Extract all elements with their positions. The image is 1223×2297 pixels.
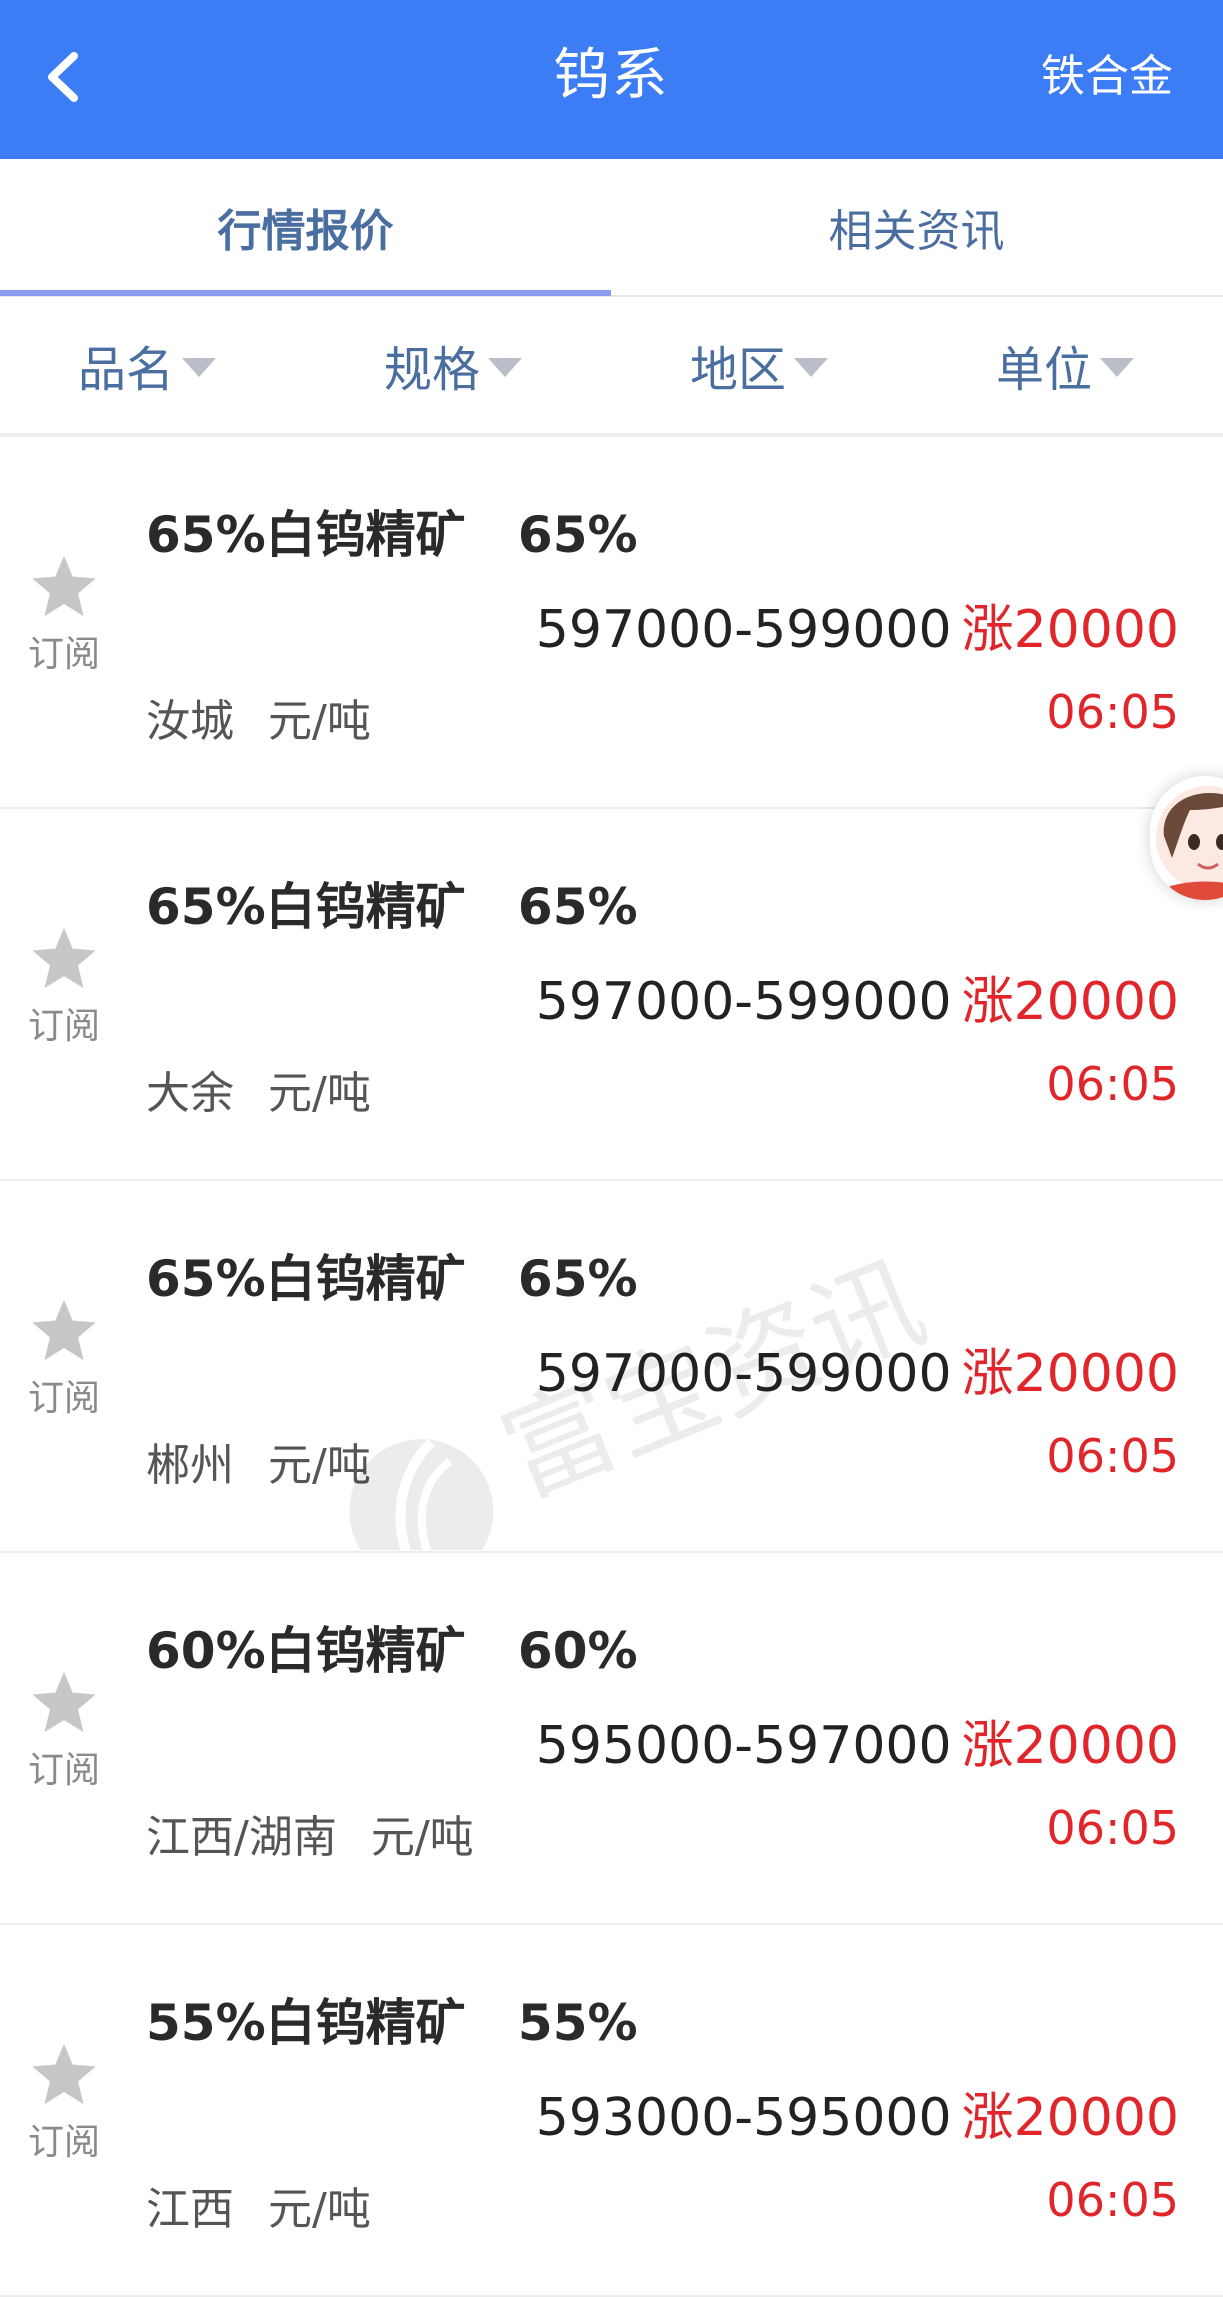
tab-news[interactable]: 相关资讯 xyxy=(611,159,1222,295)
price-line: 597000-599000 涨20000 xyxy=(536,959,1179,1034)
price-change: 涨20000 xyxy=(961,1716,1179,1776)
star-icon xyxy=(32,555,96,617)
item-meta: 汝城 元/吨 xyxy=(146,685,371,749)
product-spec: 55% xyxy=(517,1994,638,2052)
update-time: 06:05 xyxy=(1046,2173,1179,2227)
item-meta: 大余 元/吨 xyxy=(146,1057,371,1121)
price-line: 597000-599000 涨20000 xyxy=(536,1331,1179,1406)
page-title: 钨系 xyxy=(553,43,670,108)
product-spec: 65% xyxy=(517,1250,638,1308)
price-range: 597000-599000 xyxy=(535,1344,952,1404)
unit: 元/吨 xyxy=(370,1812,474,1863)
caret-down-icon xyxy=(182,357,217,377)
subscribe-button[interactable]: 订阅 xyxy=(22,553,106,677)
update-time: 06:05 xyxy=(1046,1057,1179,1111)
product-title: 60%白钨精矿 60% xyxy=(146,1611,638,1683)
item-meta: 江西 元/吨 xyxy=(146,2173,371,2237)
product-name: 65%白钨精矿 xyxy=(146,878,466,936)
product-spec: 60% xyxy=(517,1622,638,1680)
region: 江西 xyxy=(146,2184,234,2235)
price-change: 涨20000 xyxy=(961,600,1179,660)
product-title: 55%白钨精矿 55% xyxy=(146,1983,638,2055)
filter-label: 单位 xyxy=(996,342,1093,398)
caret-down-icon xyxy=(794,357,829,377)
product-spec: 65% xyxy=(517,878,638,936)
star-icon xyxy=(32,927,96,989)
product-title: 65%白钨精矿 65% xyxy=(146,1239,638,1311)
star-icon xyxy=(32,1671,96,1733)
subscribe-button[interactable]: 订阅 xyxy=(22,2041,106,2165)
region: 汝城 xyxy=(146,696,234,747)
list-item[interactable]: 订阅 65%白钨精矿 65% 597000-599000 涨20000 郴州 元/吨… xyxy=(0,1181,1223,1553)
list-item[interactable]: 订阅 65%白钨精矿 65% 597000-599000 涨20000 汝城 元/吨… xyxy=(0,437,1223,809)
update-time: 06:05 xyxy=(1046,1429,1179,1483)
subscribe-button[interactable]: 订阅 xyxy=(22,1669,106,1793)
subscribe-label: 订阅 xyxy=(27,1006,100,1047)
star-icon xyxy=(32,1299,96,1361)
subscribe-label: 订阅 xyxy=(27,1750,100,1791)
star-icon xyxy=(32,2043,96,2105)
unit: 元/吨 xyxy=(268,1440,371,1491)
item-meta: 郴州 元/吨 xyxy=(146,1429,371,1493)
filter-label: 规格 xyxy=(384,342,481,398)
region: 江西/湖南 xyxy=(146,1812,337,1863)
filter-spec[interactable]: 规格 xyxy=(384,297,523,433)
item-meta: 江西/湖南 元/吨 xyxy=(146,1801,474,1865)
price-range: 597000-599000 xyxy=(535,972,952,1032)
filter-region[interactable]: 地区 xyxy=(690,297,829,433)
subscribe-label: 订阅 xyxy=(27,1378,100,1419)
filter-product-name[interactable]: 品名 xyxy=(78,297,217,433)
product-title: 65%白钨精矿 65% xyxy=(146,495,638,567)
tab-bar: 行情报价 相关资讯 xyxy=(0,159,1223,297)
unit: 元/吨 xyxy=(268,1068,371,1119)
unit: 元/吨 xyxy=(268,2184,371,2235)
list-item[interactable]: 订阅 55%白钨精矿 55% 593000-595000 涨20000 江西 元/吨… xyxy=(0,1925,1223,2297)
update-time: 06:05 xyxy=(1046,685,1179,739)
price-line: 597000-599000 涨20000 xyxy=(536,587,1179,662)
price-change: 涨20000 xyxy=(961,1344,1179,1404)
filter-label: 地区 xyxy=(690,342,787,398)
tab-quotes[interactable]: 行情报价 xyxy=(0,159,611,295)
subscribe-label: 订阅 xyxy=(27,634,100,675)
filter-unit[interactable]: 单位 xyxy=(996,297,1135,433)
subscribe-button[interactable]: 订阅 xyxy=(22,1297,106,1421)
list-item[interactable]: 订阅 60%白钨精矿 60% 595000-597000 涨20000 江西/湖南… xyxy=(0,1553,1223,1925)
region: 大余 xyxy=(146,1068,234,1119)
update-time: 06:05 xyxy=(1046,1801,1179,1855)
active-tab-indicator xyxy=(0,290,611,296)
region: 郴州 xyxy=(146,1440,234,1491)
subscribe-button[interactable]: 订阅 xyxy=(22,925,106,1049)
filter-label: 品名 xyxy=(78,342,175,398)
list-item[interactable]: 订阅 65%白钨精矿 65% 597000-599000 涨20000 大余 元/吨… xyxy=(0,809,1223,1181)
filter-bar: 品名 规格 地区 单位 xyxy=(0,297,1223,437)
product-name: 60%白钨精矿 xyxy=(146,1622,466,1680)
price-change: 涨20000 xyxy=(961,2088,1179,2148)
price-range: 593000-595000 xyxy=(535,2088,952,2148)
price-range: 597000-599000 xyxy=(535,600,952,660)
app-header: 钨系 铁合金 xyxy=(0,0,1223,159)
unit: 元/吨 xyxy=(268,696,371,747)
price-line: 595000-597000 涨20000 xyxy=(536,1703,1179,1778)
subscribe-label: 订阅 xyxy=(27,2122,100,2163)
caret-down-icon xyxy=(1100,357,1135,377)
ferroalloy-link[interactable]: 铁合金 xyxy=(1041,46,1173,108)
product-name: 55%白钨精矿 xyxy=(146,1994,466,2052)
price-range: 595000-597000 xyxy=(535,1716,952,1776)
price-line: 593000-595000 涨20000 xyxy=(536,2075,1179,2150)
product-title: 65%白钨精矿 65% xyxy=(146,867,638,939)
product-spec: 65% xyxy=(517,506,638,564)
product-name: 65%白钨精矿 xyxy=(146,1250,466,1308)
price-list: 订阅 65%白钨精矿 65% 597000-599000 涨20000 汝城 元/吨… xyxy=(0,437,1223,2297)
price-change: 涨20000 xyxy=(961,972,1179,1032)
product-name: 65%白钨精矿 xyxy=(146,506,466,564)
caret-down-icon xyxy=(488,357,523,377)
